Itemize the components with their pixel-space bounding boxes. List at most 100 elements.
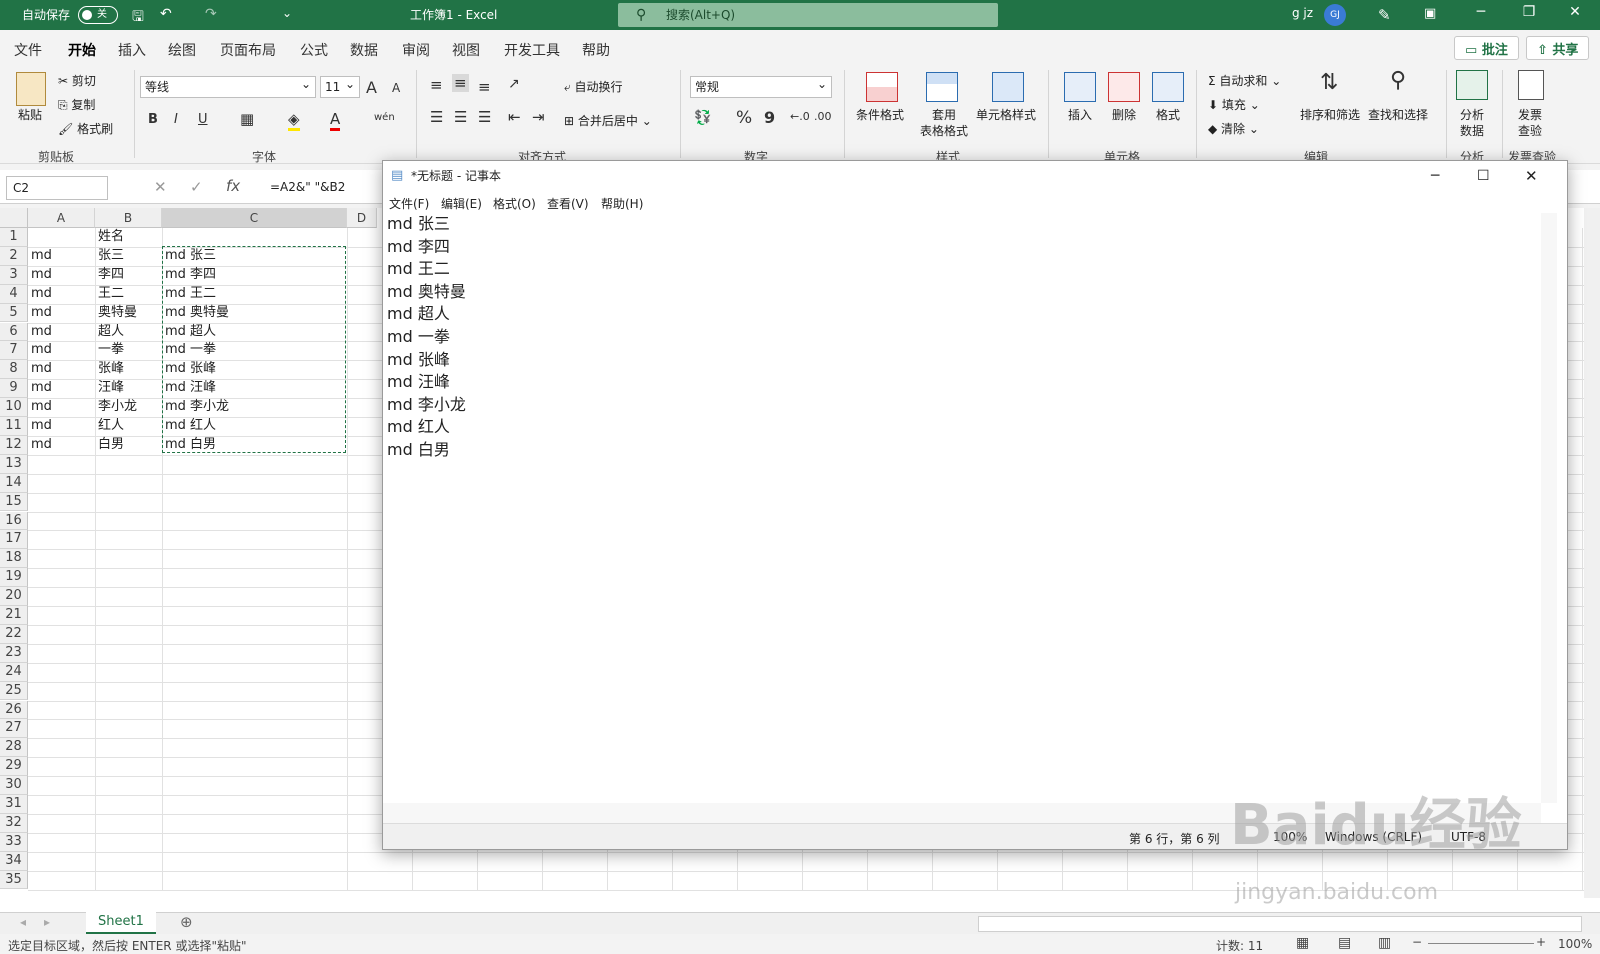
format-as-table-button-l1[interactable]: 套用 [932,106,956,123]
format-painter-button[interactable]: 🖌 格式刷 [58,120,113,137]
orientation-icon[interactable]: ↗ [508,76,520,92]
invoice-check-button-l1[interactable]: 发票 [1518,106,1542,123]
number-format-select[interactable]: 常规 [690,74,832,98]
zoom-slider[interactable] [1428,943,1534,944]
sheet-prev-icon[interactable]: ◂ [20,915,26,929]
cancel-icon[interactable]: ✕ [154,178,167,196]
fill-button[interactable]: ⬇ 填充 ⌄ [1208,96,1260,113]
enter-icon[interactable]: ✓ [190,178,203,196]
row-header[interactable]: 16 [0,511,28,531]
zoom-out-icon[interactable]: − [1412,935,1422,949]
cell-b[interactable]: 李小龙 [95,398,137,416]
font-name-select[interactable]: 等线 [140,74,316,98]
cell-b[interactable]: 白男 [95,436,124,454]
autosum-button[interactable]: Σ 自动求和 ⌄ [1208,72,1281,89]
row-header[interactable]: 31 [0,795,28,814]
row-header[interactable]: 20 [0,587,28,606]
name-box[interactable]: C2 [6,176,108,200]
row-header[interactable]: 1 [0,228,28,247]
font-color-icon[interactable]: A [330,110,341,131]
column-header[interactable]: C [162,208,347,228]
merge-center-button[interactable]: ⊞ 合并后居中 ⌄ [564,112,652,129]
avatar[interactable]: GJ [1324,4,1346,26]
row-header[interactable]: 32 [0,813,28,833]
notepad-maximize-icon[interactable]: ☐ [1477,161,1490,191]
cell-a[interactable]: md [28,398,52,416]
row-header[interactable]: 34 [0,851,28,871]
restore-icon[interactable]: ❐ [1514,4,1544,20]
row-header[interactable]: 23 [0,643,28,663]
row-header[interactable]: 28 [0,738,28,758]
tab-home[interactable]: 开始 [68,40,96,67]
cut-button[interactable]: ✂ 剪切 [58,72,96,89]
notepad-text-area[interactable]: md 张三 md 李四 md 王二 md 奥特曼 md 超人 md 一拳 md 张峰 md 汪… [387,213,1547,803]
share-button[interactable]: ⇧ 共享 [1526,36,1590,60]
clear-button[interactable]: ◆ 清除 ⌄ [1208,120,1259,137]
format-as-table-icon[interactable] [926,72,958,102]
pen-icon[interactable]: ✎ [1378,6,1391,24]
fill-color-icon[interactable]: ◈ [288,110,300,131]
italic-button[interactable]: I [174,112,178,127]
borders-icon[interactable]: ▦ [240,110,254,128]
row-header[interactable]: 22 [0,624,28,644]
cell-styles-icon[interactable] [992,72,1024,102]
select-all-corner[interactable] [0,208,28,228]
add-sheet-icon[interactable]: ⊕ [180,913,193,931]
tab-view[interactable]: 视图 [452,40,480,60]
format-cells-button[interactable]: 格式 [1156,106,1180,123]
row-header[interactable]: 26 [0,700,28,720]
cell-b[interactable]: 汪峰 [95,379,124,397]
insert-function-icon[interactable]: fx [226,177,240,195]
row-header[interactable]: 25 [0,681,28,701]
tab-help[interactable]: 帮助 [582,40,610,60]
comma-button[interactable]: 9 [764,108,775,127]
font-grow-button[interactable]: A [366,78,377,97]
font-shrink-button[interactable]: A [392,81,400,95]
align-right-icon[interactable]: ☰ [478,108,491,126]
vertical-scrollbar[interactable] [1584,208,1600,898]
conditional-format-button[interactable]: 条件格式 [856,106,904,123]
cell-a[interactable]: md [28,341,52,359]
page-layout-view-icon[interactable]: ▤ [1338,935,1351,951]
row-header[interactable]: 8 [0,360,28,380]
cell-a[interactable]: md [28,323,52,341]
cell-b[interactable]: 李四 [95,266,124,284]
row-header[interactable]: 3 [0,265,28,285]
analyze-data-button-l2[interactable]: 数据 [1460,122,1484,139]
row-header[interactable]: 27 [0,719,28,739]
cell-a[interactable]: md [28,417,52,435]
tab-draw[interactable]: 绘图 [168,40,196,60]
align-middle-icon[interactable]: ≡ [452,74,469,92]
cell-b[interactable]: 红人 [95,417,124,435]
redo-icon[interactable]: ↷ [205,6,217,22]
cell-a[interactable]: md [28,285,52,303]
paste-icon[interactable] [16,72,46,106]
align-top-icon[interactable]: ≡ [430,76,443,94]
row-header[interactable]: 6 [0,322,28,342]
save-icon[interactable]: 🖫 [132,6,144,30]
notepad-menu-edit[interactable]: 编辑(E) [441,195,482,212]
row-header[interactable]: 29 [0,757,28,777]
delete-cells-button[interactable]: 删除 [1112,106,1136,123]
row-header[interactable]: 35 [0,870,28,890]
row-header[interactable]: 11 [0,417,28,436]
page-break-view-icon[interactable]: ▥ [1378,935,1391,951]
row-header[interactable]: 2 [0,246,28,266]
column-header[interactable]: D [347,208,377,228]
analyze-data-icon[interactable] [1456,70,1488,100]
insert-cells-button[interactable]: 插入 [1068,106,1092,123]
formula-input[interactable]: =A2&" "&B2 [270,180,345,194]
cell-a[interactable]: md [28,379,52,397]
row-header[interactable]: 30 [0,776,28,795]
zoom-level[interactable]: 100% [1558,937,1592,951]
row-header[interactable]: 21 [0,606,28,625]
notepad-menu-help[interactable]: 帮助(H) [601,195,643,212]
minimize-icon[interactable]: ─ [1466,4,1496,20]
row-header[interactable]: 9 [0,379,28,399]
notepad-menu-view[interactable]: 查看(V) [547,195,589,212]
tab-page-layout[interactable]: 页面布局 [220,40,276,60]
tab-developer[interactable]: 开发工具 [504,40,560,60]
comments-button[interactable]: ▭ 批注 [1454,36,1519,60]
analyze-data-button-l1[interactable]: 分析 [1460,106,1484,123]
row-header[interactable]: 33 [0,832,28,852]
